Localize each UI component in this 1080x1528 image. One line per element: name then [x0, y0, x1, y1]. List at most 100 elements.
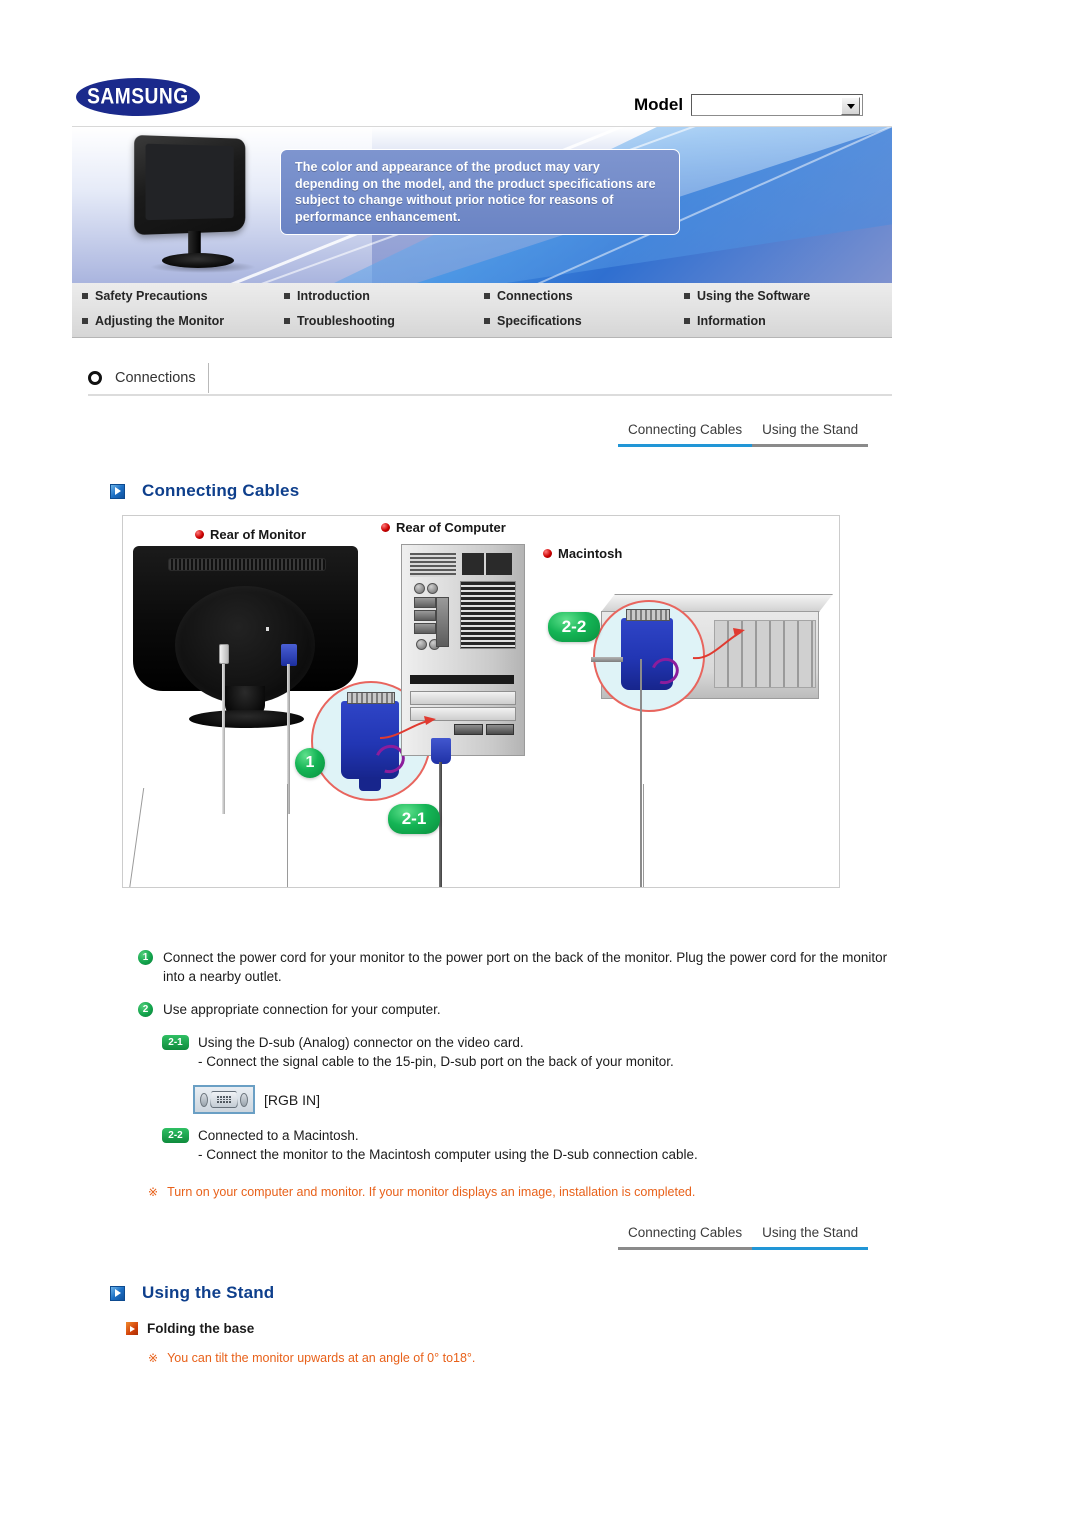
tab-label: Using the Stand: [762, 422, 859, 437]
subheading-folding-the-base: Folding the base: [126, 1321, 254, 1336]
diagram-badge-2-2: 2-2: [548, 612, 600, 642]
bullet-icon: [684, 293, 690, 299]
heading-connecting-cables: Connecting Cables: [110, 481, 299, 501]
substep-badge: 2-1: [162, 1035, 189, 1050]
diagram-badge-1: 1: [295, 748, 325, 778]
signal-wire-routing: [287, 784, 644, 887]
rgb-in-label: [RGB IN]: [264, 1091, 321, 1108]
monitor-product-image: [128, 134, 260, 275]
banner-notice-text: The color and appearance of the product …: [295, 160, 656, 224]
bullet-icon: [684, 318, 690, 324]
section-header: Connections: [88, 363, 892, 396]
nav-label: Introduction: [297, 289, 370, 303]
nav-row-1: Safety Precautions Introduction Connecti…: [72, 289, 892, 303]
substep-line-1: Using the D-sub (Analog) connector on th…: [198, 1035, 524, 1050]
instruction-step-1: 1 Connect the power cord for your monito…: [138, 948, 898, 986]
subtabs-bottom: Connecting Cables Using the Stand: [618, 1225, 869, 1250]
model-selector[interactable]: Model: [634, 94, 864, 116]
connection-diagram: Rear of Monitor Rear of Computer Macinto…: [122, 515, 840, 888]
nav-label: Safety Precautions: [95, 289, 208, 303]
substep-line-2: - Connect the signal cable to the 15-pin…: [198, 1054, 674, 1069]
page-root: SAMSUNG Model The color and appearance o…: [0, 0, 1080, 1528]
nav-item-specifications[interactable]: Specifications: [484, 314, 684, 328]
subtabs-top: Connecting Cables Using the Stand: [618, 422, 869, 447]
step-text: Use appropriate connection for your comp…: [163, 1002, 441, 1017]
using-the-stand-note: ※ You can tilt the monitor upwards at an…: [148, 1350, 475, 1367]
tower-dsub-port: [454, 723, 483, 735]
section-divider: [88, 394, 892, 396]
badge-text: 1: [305, 754, 315, 771]
nav-item-safety-precautions[interactable]: Safety Precautions: [72, 289, 284, 303]
nav-item-using-the-software[interactable]: Using the Software: [684, 289, 884, 303]
note-text: You can tilt the monitor upwards at an a…: [167, 1351, 476, 1365]
bullet-icon: [284, 293, 290, 299]
macintosh-callout-arrow-icon: [692, 628, 745, 660]
badge-text: 2-1: [401, 809, 427, 828]
diagram-label-rear-of-computer: Rear of Computer: [381, 520, 506, 535]
nav-row-2: Adjusting the Monitor Troubleshooting Sp…: [72, 314, 892, 328]
nav-label: Connections: [497, 289, 573, 303]
main-nav: Safety Precautions Introduction Connecti…: [72, 283, 892, 338]
nav-label: Specifications: [497, 314, 582, 328]
orange-arrow-icon: [126, 1322, 138, 1335]
nav-item-connections[interactable]: Connections: [484, 289, 684, 303]
heading-text: Using the Stand: [142, 1283, 275, 1302]
nav-item-adjusting-the-monitor[interactable]: Adjusting the Monitor: [72, 314, 284, 328]
substep-badge: 2-2: [162, 1128, 189, 1143]
instruction-step-2: 2 Use appropriate connection for your co…: [138, 1000, 898, 1019]
note-mark-icon: ※: [148, 1351, 159, 1365]
diagram-label-rear-of-monitor: Rear of Monitor: [195, 527, 306, 542]
tab-connecting-cables-top[interactable]: Connecting Cables: [618, 422, 753, 447]
note-text: Turn on your computer and monitor. If yo…: [167, 1185, 696, 1199]
nav-item-information[interactable]: Information: [684, 314, 884, 328]
chevron-down-icon[interactable]: [841, 97, 861, 115]
bullet-icon: [82, 318, 88, 324]
tab-underline-inactive: [618, 1247, 753, 1250]
badge-text: 2-2: [561, 617, 587, 636]
hero-banner: The color and appearance of the product …: [72, 126, 892, 284]
diagram-label-text: Macintosh: [558, 546, 623, 561]
instruction-substep-2-1: 2-1 Using the D-sub (Analog) connector o…: [162, 1033, 898, 1071]
model-label: Model: [634, 95, 684, 114]
tab-label: Connecting Cables: [628, 1225, 743, 1240]
diagram-label-text: Rear of Monitor: [210, 527, 307, 542]
tower-dvi-port: [485, 723, 514, 735]
section-tab-label: Connections: [115, 370, 196, 386]
heading-text: Connecting Cables: [142, 481, 300, 500]
substep-text: Connected to a Macintosh. - Connect the …: [198, 1126, 698, 1164]
instructions-list: 1 Connect the power cord for your monito…: [138, 948, 898, 1201]
nav-item-troubleshooting[interactable]: Troubleshooting: [284, 314, 484, 328]
section-tab-connections[interactable]: Connections: [88, 363, 209, 393]
red-dot-icon: [195, 530, 204, 539]
tab-connecting-cables-bottom[interactable]: Connecting Cables: [618, 1225, 753, 1250]
page-header: SAMSUNG Model: [72, 72, 892, 124]
rgb-in-row: [RGB IN]: [193, 1085, 898, 1114]
vga-connector-icon: [193, 1085, 255, 1114]
substep-line-1: Connected to a Macintosh.: [198, 1128, 359, 1143]
diagram-badge-2-1: 2-1: [388, 804, 440, 834]
bullet-icon: [82, 293, 88, 299]
tab-label: Using the Stand: [762, 1225, 859, 1240]
step-text: Connect the power cord for your monitor …: [163, 950, 888, 984]
bullet-icon: [484, 318, 490, 324]
step-badge: 1: [138, 950, 153, 965]
substep-text: Using the D-sub (Analog) connector on th…: [198, 1033, 674, 1071]
diagram-label-text: Rear of Computer: [396, 520, 506, 535]
nav-label: Troubleshooting: [297, 314, 395, 328]
diagram-label-macintosh: Macintosh: [543, 546, 622, 561]
callout-arrow-icon: [379, 716, 436, 739]
power-outlet-wire: [126, 788, 235, 887]
bullet-icon: [284, 318, 290, 324]
macintosh-illustration: [593, 594, 833, 712]
bullet-icon: [484, 293, 490, 299]
play-arrow-icon: [110, 483, 125, 499]
tab-using-the-stand-top[interactable]: Using the Stand: [752, 422, 869, 447]
tab-label: Connecting Cables: [628, 422, 743, 437]
subheading-text: Folding the base: [147, 1321, 255, 1336]
substep-line-2: - Connect the monitor to the Macintosh c…: [198, 1147, 698, 1162]
play-arrow-icon: [110, 1285, 125, 1301]
nav-item-introduction[interactable]: Introduction: [284, 289, 484, 303]
instruction-substep-2-2: 2-2 Connected to a Macintosh. - Connect …: [162, 1126, 898, 1164]
model-dropdown[interactable]: [691, 94, 864, 116]
tab-using-the-stand-bottom[interactable]: Using the Stand: [752, 1225, 869, 1250]
